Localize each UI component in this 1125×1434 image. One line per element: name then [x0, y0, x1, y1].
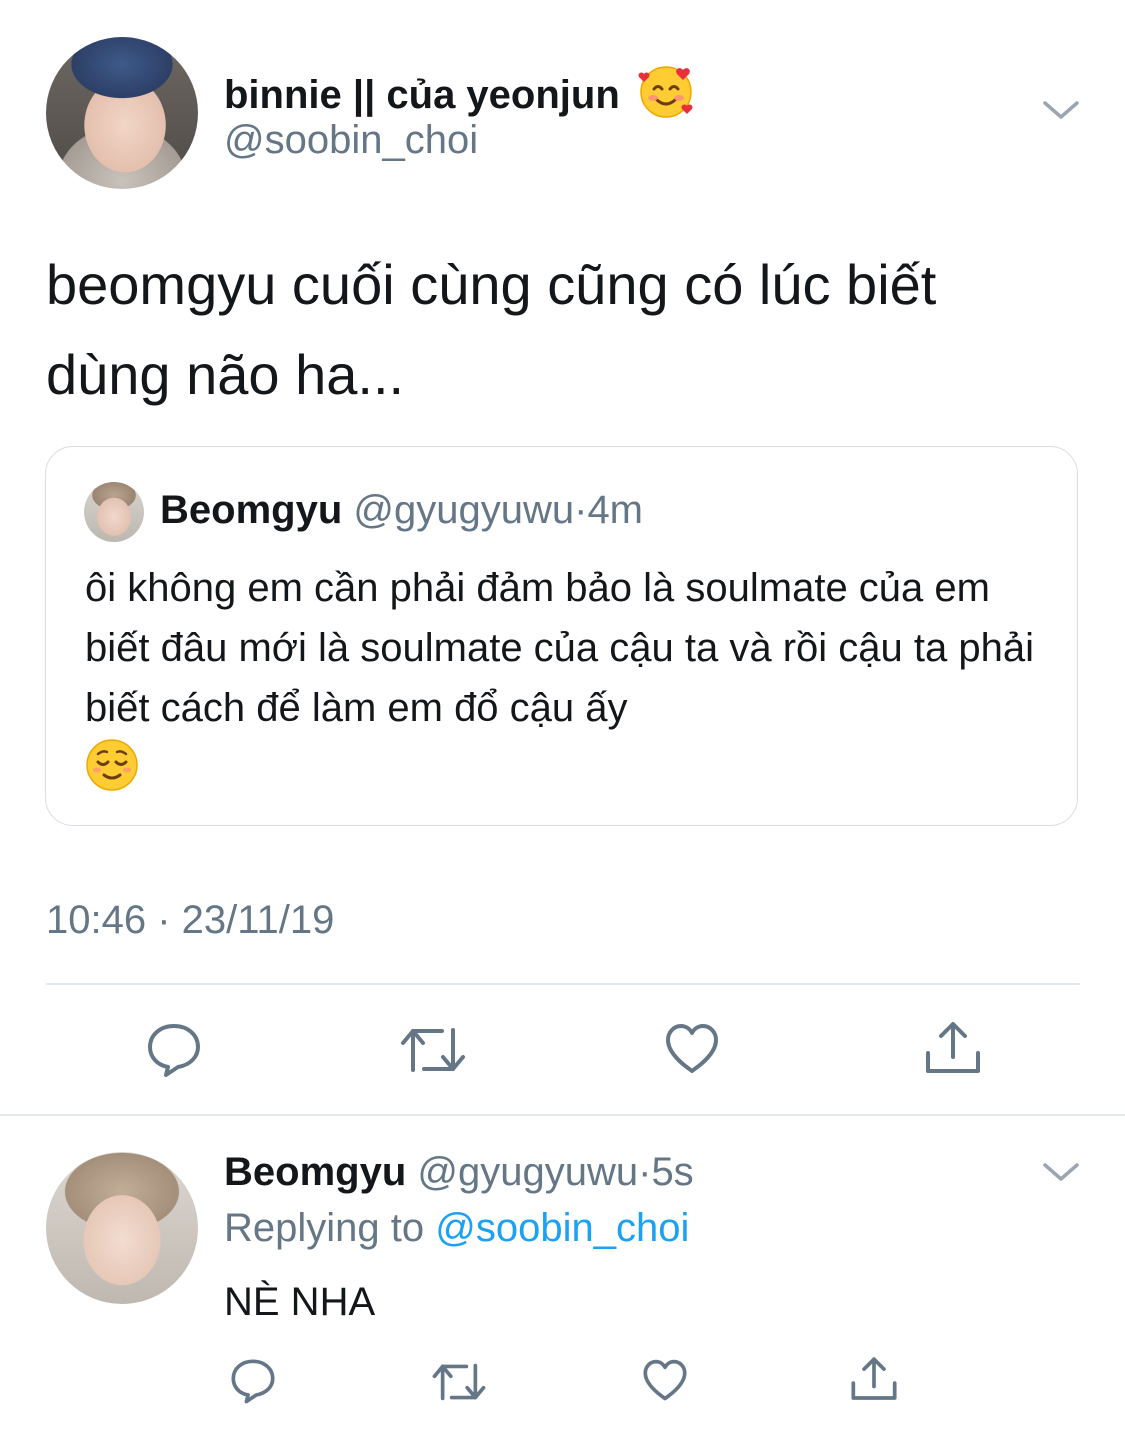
- reply-author-avatar[interactable]: [46, 1152, 198, 1304]
- author-handle[interactable]: @soobin_choi: [224, 118, 478, 163]
- tweet-timestamp[interactable]: 10:46 · 23/11/19: [46, 898, 334, 943]
- author-display-name[interactable]: binnie || của yeonjun: [224, 62, 695, 120]
- quoted-tweet-header: Beomgyu @gyugyuwu·4m: [160, 488, 643, 533]
- quoted-time: 4m: [587, 488, 644, 532]
- quoted-separator: ·: [574, 488, 588, 532]
- reply-time: 5s: [651, 1150, 694, 1194]
- like-icon[interactable]: [664, 1023, 720, 1075]
- quoted-tweet-text: ôi không em cần phải đảm bảo là soulmate…: [85, 566, 1034, 730]
- reply-author-name[interactable]: Beomgyu: [224, 1150, 406, 1194]
- author-avatar[interactable]: [46, 37, 198, 189]
- retweet-icon[interactable]: [432, 1362, 486, 1402]
- quoted-author-name: Beomgyu: [160, 488, 343, 532]
- reply-header: Beomgyu @gyugyuwu·5s: [224, 1150, 694, 1195]
- retweet-icon[interactable]: [400, 1026, 466, 1074]
- author-name-text: binnie || của yeonjun: [224, 73, 620, 117]
- tweet-text: beomgyu cuối cùng cũng có lúc biết dùng …: [46, 253, 937, 406]
- divider: [46, 983, 1080, 985]
- chevron-down-icon[interactable]: [1041, 95, 1081, 125]
- like-icon[interactable]: [642, 1359, 688, 1402]
- quoted-author-handle: @gyugyuwu: [353, 488, 575, 532]
- reply-icon[interactable]: [146, 1022, 202, 1078]
- replying-to-label: Replying to: [224, 1206, 425, 1250]
- share-icon[interactable]: [850, 1355, 898, 1403]
- reply-separator: ·: [638, 1150, 652, 1194]
- relieved-face-icon: [86, 739, 138, 791]
- reply-text: NÈ NHA: [224, 1280, 376, 1324]
- share-icon[interactable]: [924, 1019, 982, 1077]
- replying-to-line: Replying to @soobin_choi: [224, 1206, 689, 1251]
- divider: [0, 1114, 1125, 1116]
- chevron-down-icon[interactable]: [1041, 1157, 1081, 1187]
- replying-to-link[interactable]: @soobin_choi: [435, 1206, 689, 1250]
- reply-author-handle[interactable]: @gyugyuwu: [417, 1150, 638, 1194]
- quoted-author-avatar: [84, 482, 144, 542]
- reply-icon[interactable]: [230, 1358, 276, 1404]
- quoted-tweet-text-block: ôi không em cần phải đảm bảo là soulmate…: [85, 558, 1045, 799]
- smiling-face-with-hearts-icon: [638, 66, 693, 118]
